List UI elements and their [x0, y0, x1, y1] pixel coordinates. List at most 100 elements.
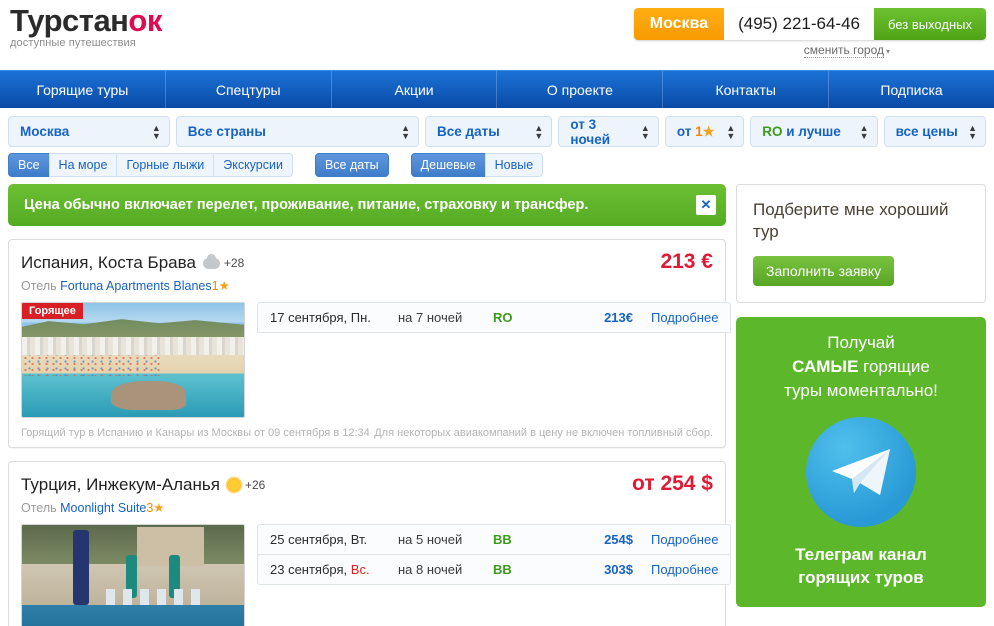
offer-nights: на 7 ночей [398, 310, 463, 325]
header-phone: (495) 221-64-46 [724, 8, 875, 40]
logo-tagline: доступные путешествия [10, 37, 136, 49]
tour-offer-row[interactable]: 17 сентября, Пн. на 7 ночей RO 213€ Подр… [257, 302, 732, 333]
offer-date-main: 23 сентября, [270, 562, 351, 577]
hotel-star-count: 1 [211, 279, 219, 293]
telegram-line-1: Получай [827, 333, 895, 352]
main-navigation: Горящие туры Спецтуры Акции О проекте Ко… [0, 70, 994, 108]
tours-column: Цена обычно включает перелет, проживание… [8, 184, 732, 626]
request-tour-widget: Подберите мне хороший тур Заполнить заяв… [736, 184, 986, 303]
filter-departure-city[interactable]: Москва ▲ ▼ [8, 116, 170, 147]
tour-photo[interactable]: Горящее [21, 302, 245, 418]
telegram-footer: Телеграм канал горящих туров [746, 543, 976, 589]
stepper-arrows-icon: ▲ ▼ [640, 122, 650, 141]
hotel-prefix: Отель [21, 279, 57, 293]
nav-item-about[interactable]: О проекте [497, 71, 664, 108]
nav-item-contacts[interactable]: Контакты [663, 71, 830, 108]
logo[interactable]: Турстанок доступные путешествия [10, 4, 162, 50]
nav-item-hot-tours[interactable]: Горящие туры [0, 71, 166, 108]
filter-price[interactable]: все цены ▲ ▼ [883, 116, 986, 147]
tour-card[interactable]: Испания, Коста Брава +28 213 € Отель For… [8, 239, 732, 448]
telegram-footer-line-2: горящих туров [798, 568, 924, 587]
hotel-name-link[interactable]: Fortuna Apartments Blanes [60, 279, 211, 293]
filter-nights-value: от 3 ночей [570, 116, 611, 147]
offer-nights: на 5 ночей [398, 532, 463, 547]
telegram-line-3: туры моментально! [784, 381, 938, 400]
offer-nights: на 8 ночей [398, 562, 463, 577]
offer-date: 17 сентября, Пн. [270, 310, 371, 325]
info-banner: Цена обычно включает перелет, проживание… [8, 184, 726, 226]
photo-detail [110, 380, 187, 411]
tour-footer-note: Горящий тур в Испанию и Канары из Москвы… [21, 427, 370, 439]
stepper-arrows-icon: ▲ ▼ [859, 122, 869, 141]
cloud-icon [202, 253, 220, 269]
pill-group-category: Все На море Горные лыжи Экскурсии [8, 153, 293, 177]
pill-cheap[interactable]: Дешевые [410, 153, 486, 177]
offer-details-link[interactable]: Подробнее [651, 310, 718, 325]
tour-card-footer: Горящий тур в Испанию и Канары из Москвы… [21, 427, 713, 439]
telegram-line-2-rest: горящие [858, 357, 930, 376]
offer-date: 25 сентября, Вт. [270, 532, 368, 547]
weather-temperature: +26 [244, 478, 266, 492]
offer-details-link[interactable]: Подробнее [651, 562, 718, 577]
tour-destination-block: Турция, Инжекум-Аланья +26 [21, 475, 265, 495]
photo-detail [106, 588, 207, 605]
weather-block: +28 [202, 253, 245, 270]
telegram-promo-widget[interactable]: Получай САМЫЕ горящие туры моментально! … [736, 317, 986, 607]
filter-stars[interactable]: от 1★ ▲ ▼ [664, 116, 745, 147]
star-icon: ★ [218, 279, 230, 293]
filter-meal-plan-value: RO и лучше [762, 124, 841, 139]
hotel-name-link[interactable]: Moonlight Suite [60, 501, 146, 515]
nav-item-subscription[interactable]: Подписка [829, 71, 994, 108]
filter-departure-city-value: Москва [20, 124, 70, 139]
tour-photo[interactable] [21, 524, 245, 626]
offer-date: 23 сентября, Вс. [270, 562, 398, 577]
tour-price: от 254 $ [632, 472, 713, 495]
offer-price: 213€ [604, 310, 633, 325]
change-city-link[interactable]: сменить город ▾ [803, 43, 890, 58]
weather-temperature: +28 [223, 256, 245, 270]
chevron-down-icon: ▾ [885, 47, 890, 56]
tour-card-body: Горящее 17 сентября, Пн. на 7 ночей RO 2… [21, 302, 732, 418]
filter-meal-plan[interactable]: RO и лучше ▲ ▼ [750, 116, 878, 147]
telegram-icon [806, 417, 916, 527]
filter-nights[interactable]: от 3 ночей ▲ ▼ [558, 116, 659, 147]
tour-card-header: Испания, Коста Брава +28 213 € [21, 250, 713, 274]
status-badge: Горящее [22, 303, 83, 319]
nav-item-special-tours[interactable]: Спецтуры [166, 71, 332, 108]
filter-dates-value: Все даты [437, 124, 500, 139]
offer-details-link[interactable]: Подробнее [651, 532, 718, 547]
pill-ski[interactable]: Горные лыжи [116, 153, 215, 177]
tour-card-header: Турция, Инжекум-Аланья +26 от 254 $ [21, 472, 713, 496]
tour-offer-row[interactable]: 25 сентября, Вт. на 5 ночей BB 254$ Подр… [257, 524, 732, 555]
info-banner-text: Цена обычно включает перелет, проживание… [24, 197, 589, 213]
pill-group-sort: Дешевые Новые [410, 153, 544, 177]
tour-photo-image [22, 525, 244, 626]
tour-offer-row[interactable]: 23 сентября, Вс. на 8 ночей BB 303$ Подр… [257, 554, 732, 585]
fill-request-button[interactable]: Заполнить заявку [753, 256, 895, 286]
tour-destination: Турция, Инжекум-Аланья [21, 475, 220, 494]
header-city-button[interactable]: Москва [633, 8, 725, 40]
close-icon[interactable]: ✕ [696, 195, 716, 215]
logo-text: Турстанок [10, 4, 162, 38]
offer-price: 303$ [604, 562, 633, 577]
tour-card[interactable]: Турция, Инжекум-Аланья +26 от 254 $ Отел… [8, 461, 732, 626]
tour-card-body: 25 сентября, Вт. на 5 ночей BB 254$ Подр… [21, 524, 732, 626]
stepper-arrows-icon: ▲ ▼ [151, 122, 161, 141]
page-root: Турстанок доступные путешествия Москва (… [0, 0, 994, 626]
filter-dates[interactable]: Все даты ▲ ▼ [425, 116, 553, 147]
pill-all-dates[interactable]: Все даты [314, 153, 389, 177]
pill-group-dates: Все даты [314, 153, 389, 177]
nav-item-promotions[interactable]: Акции [332, 71, 498, 108]
filter-meal-code: RO [762, 124, 783, 139]
telegram-line-2: САМЫЕ горящие [746, 355, 976, 379]
stepper-arrows-icon: ▲ ▼ [401, 122, 411, 141]
sun-icon [226, 478, 241, 492]
filter-country[interactable]: Все страны ▲ ▼ [175, 116, 420, 147]
pill-sea[interactable]: На море [48, 153, 118, 177]
logo-accent: ок [128, 3, 162, 38]
pill-all[interactable]: Все [8, 153, 50, 177]
offer-meal-plan: BB [493, 562, 512, 577]
pill-excursions[interactable]: Экскурсии [213, 153, 293, 177]
pill-new[interactable]: Новые [484, 153, 544, 177]
weather-block: +26 [226, 478, 266, 492]
